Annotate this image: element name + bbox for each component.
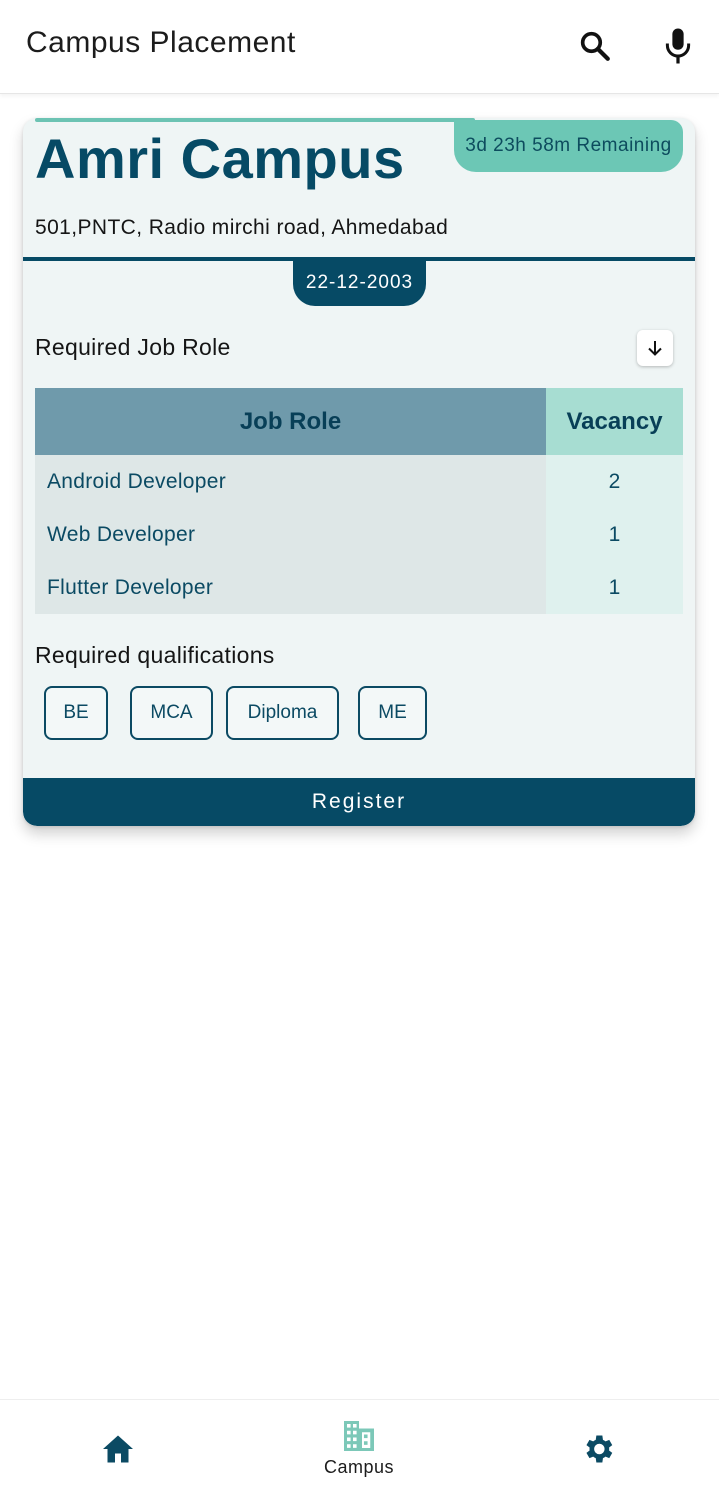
gear-icon <box>586 1435 613 1462</box>
date-chip: 22-12-2003 <box>293 260 426 306</box>
remaining-time-badge: 3d 23h 58m Remaining <box>454 120 683 172</box>
campus-address: 501,PNTC, Radio mirchi road, Ahmedabad <box>35 216 449 239</box>
page-title: Campus Placement <box>26 26 296 59</box>
app-bar: Campus Placement <box>0 0 719 94</box>
vacancy-cell: 1 <box>546 508 683 561</box>
qualifications-section-label: Required qualifications <box>35 642 275 668</box>
mic-icon <box>665 28 691 64</box>
nav-campus-label: Campus <box>323 1457 395 1477</box>
vacancy-cell: 2 <box>546 455 683 508</box>
bottom-nav: Campus <box>0 1399 719 1496</box>
job-role-cell: Web Developer <box>35 508 546 561</box>
job-role-cell: Android Developer <box>35 455 546 508</box>
search-button[interactable] <box>575 24 615 68</box>
table-row: Flutter Developer 1 <box>35 561 683 614</box>
nav-settings[interactable] <box>558 1400 638 1496</box>
vacancy-cell: 1 <box>546 561 683 614</box>
vacancy-header: Vacancy <box>546 388 683 455</box>
nav-home[interactable] <box>78 1400 158 1496</box>
search-icon <box>580 31 610 61</box>
campus-name: Amri Campus <box>35 127 405 190</box>
card-accent-line <box>35 118 475 122</box>
building-icon <box>344 1421 374 1451</box>
register-button[interactable]: Register <box>23 778 695 826</box>
arrow-down-icon <box>648 341 662 356</box>
mic-button[interactable] <box>658 24 698 68</box>
table-header: Job Role Vacancy <box>35 388 683 455</box>
job-role-header: Job Role <box>35 388 546 455</box>
job-role-cell: Flutter Developer <box>35 561 546 614</box>
table-row: Web Developer 1 <box>35 508 683 561</box>
expand-button[interactable] <box>637 330 673 366</box>
table-row: Android Developer 2 <box>35 455 683 508</box>
campus-card: Amri Campus 3d 23h 58m Remaining 501,PNT… <box>23 118 695 826</box>
nav-campus[interactable]: Campus <box>309 1400 409 1496</box>
qualification-chip: BE <box>44 686 108 740</box>
home-icon <box>103 1435 133 1462</box>
qualification-chip: MCA <box>130 686 213 740</box>
qualification-chip: Diploma <box>226 686 339 740</box>
qualification-chip: ME <box>358 686 427 740</box>
job-role-table: Job Role Vacancy Android Developer 2 Web… <box>35 388 683 614</box>
job-role-section-label: Required Job Role <box>35 334 231 360</box>
